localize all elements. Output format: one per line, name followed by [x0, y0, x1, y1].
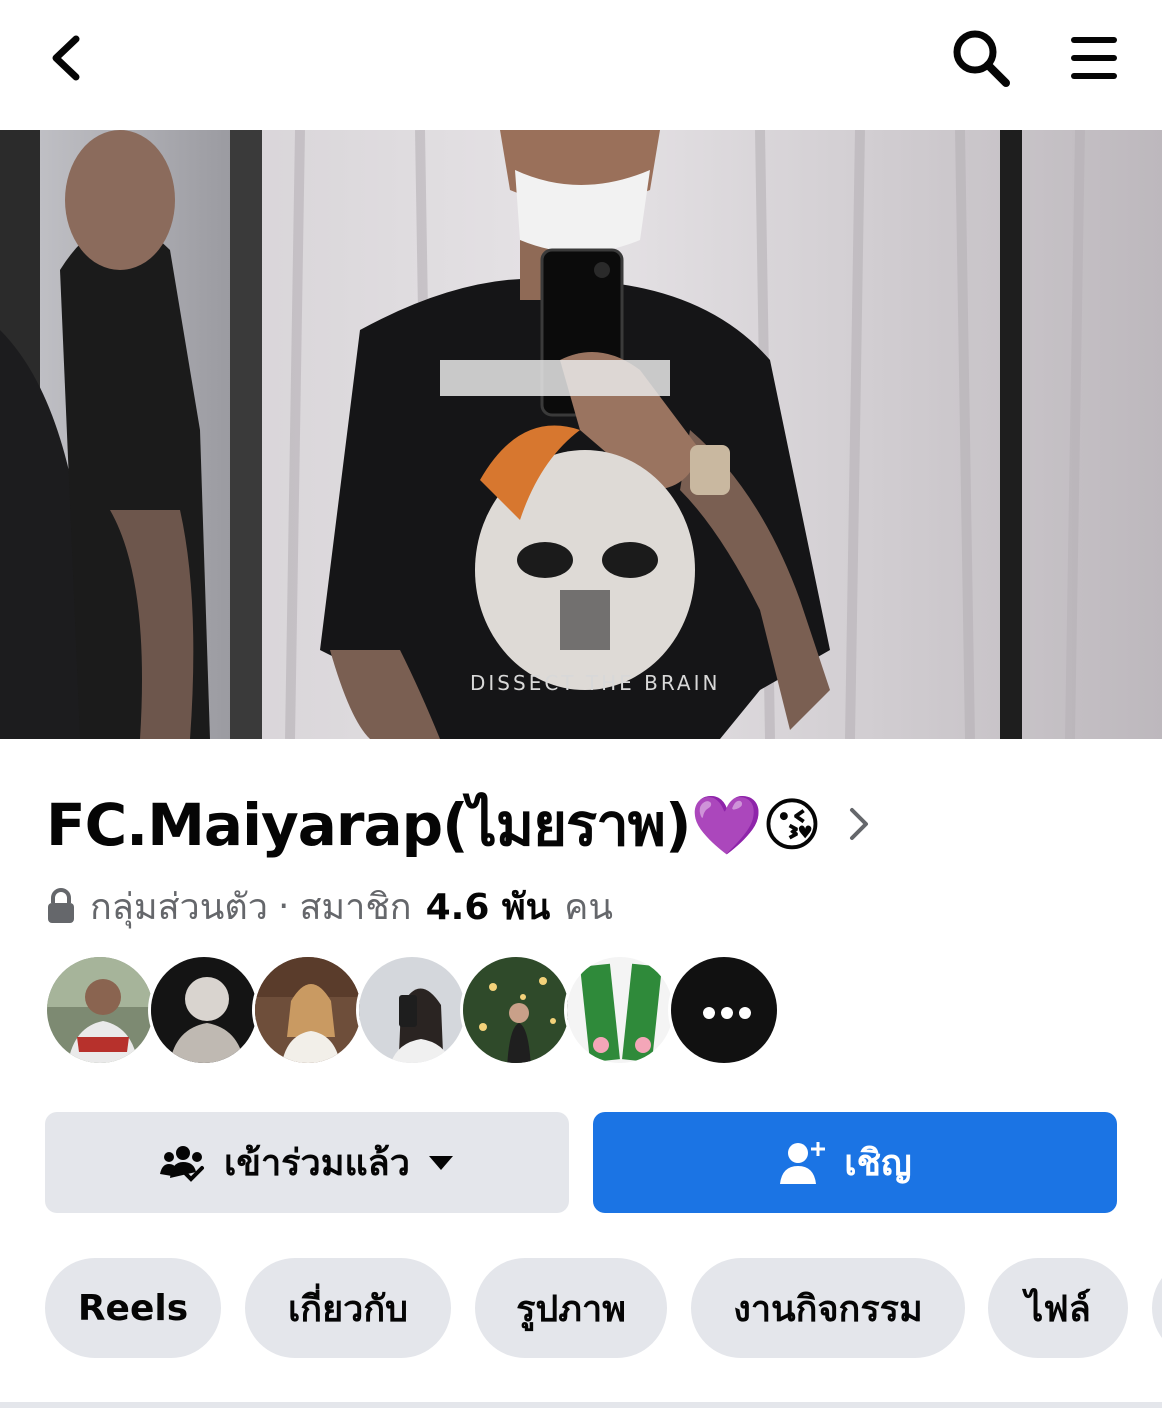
members-label[interactable]: สมาชิก — [299, 878, 411, 935]
member-avatar-3[interactable] — [252, 954, 364, 1066]
invite-label: เชิญ — [844, 1143, 912, 1184]
cover-photo[interactable]: DISSECT THE BRAIN — [0, 130, 1162, 739]
tab-label: รูปภาพ — [516, 1288, 626, 1330]
avatar-image — [151, 957, 257, 1063]
add-person-icon — [780, 1141, 826, 1184]
top-bar — [0, 0, 1162, 130]
tab-reels[interactable]: Reels — [45, 1258, 221, 1358]
member-unit: คน — [564, 886, 613, 928]
group-tabs: Reels เกี่ยวกับ รูปภาพ งานกิจกรรม ไฟล์ — [45, 1258, 1162, 1358]
tab-files[interactable]: ไฟล์ — [988, 1258, 1128, 1358]
search-icon — [953, 30, 1010, 87]
cover-photo-illustration: DISSECT THE BRAIN — [0, 130, 1162, 739]
meta-separator: · — [277, 885, 290, 927]
member-avatar-6[interactable] — [564, 954, 676, 1066]
tab-label: งานกิจกรรม — [733, 1288, 923, 1330]
joined-label: เข้าร่วมแล้ว — [224, 1143, 410, 1184]
group-meta: กลุ่มส่วนตัว · สมาชิก 4.6 พัน คน — [46, 878, 613, 934]
chevron-right-icon — [850, 808, 869, 840]
member-avatar-1[interactable] — [44, 954, 156, 1066]
avatar-image — [463, 957, 569, 1063]
group-name: FC.Maiyarap(ไมยราพ)💜😘 — [46, 790, 822, 859]
avatar-image — [255, 957, 361, 1063]
invite-button[interactable]: เชิญ — [593, 1112, 1117, 1213]
hamburger-menu-icon — [1071, 37, 1117, 79]
avatar-image — [47, 957, 153, 1063]
group-members-check-icon — [160, 1145, 205, 1182]
group-title-row[interactable]: FC.Maiyarap(ไมยราพ)💜😘 — [46, 782, 871, 866]
avatar-image — [359, 957, 465, 1063]
member-avatar-4[interactable] — [356, 954, 468, 1066]
menu-button[interactable] — [1058, 22, 1130, 94]
tab-label: Reels — [77, 1287, 189, 1329]
tab-about[interactable]: เกี่ยวกับ — [245, 1258, 451, 1358]
joined-button[interactable]: เข้าร่วมแล้ว — [45, 1112, 569, 1213]
more-members-avatar — [671, 957, 777, 1063]
tab-events[interactable]: งานกิจกรรม — [691, 1258, 965, 1358]
shirt-print-text: DISSECT THE BRAIN — [470, 671, 720, 695]
search-button[interactable] — [945, 22, 1017, 94]
tab-more[interactable] — [1152, 1258, 1162, 1358]
lock-icon — [48, 888, 74, 923]
avatar-image — [567, 957, 673, 1063]
privacy-label: กลุ่มส่วนตัว — [90, 886, 268, 928]
back-button[interactable] — [30, 22, 102, 94]
tab-label: ไฟล์ — [1025, 1288, 1091, 1330]
member-avatar-2[interactable] — [148, 954, 260, 1066]
divider — [0, 1402, 1162, 1408]
caret-down-icon — [428, 1155, 453, 1170]
member-avatar-5[interactable] — [460, 954, 572, 1066]
tab-label: เกี่ยวกับ — [287, 1288, 409, 1330]
member-count[interactable]: 4.6 พัน — [426, 878, 551, 935]
more-members-icon[interactable] — [668, 954, 780, 1066]
tab-photos[interactable]: รูปภาพ — [475, 1258, 667, 1358]
chevron-left-icon — [52, 35, 80, 81]
